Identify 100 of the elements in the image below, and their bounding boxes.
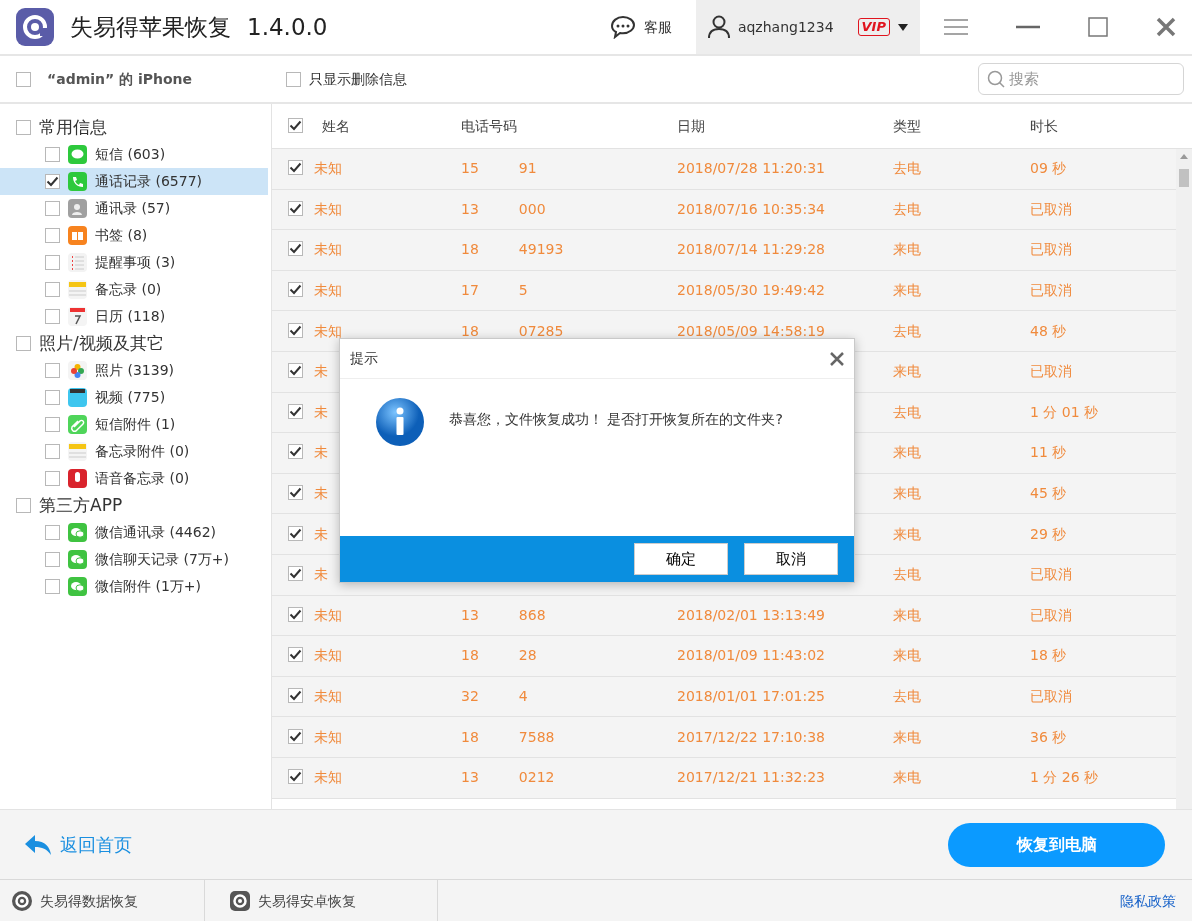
support-link[interactable]: 客服 <box>643 16 672 38</box>
chat-icon[interactable] <box>609 15 636 39</box>
checkbox[interactable] <box>288 606 303 622</box>
search-field[interactable]: 搜索 <box>978 63 1184 95</box>
table-cell: 已取消 <box>1030 688 1072 704</box>
checkbox[interactable] <box>45 282 60 297</box>
column-header[interactable]: 姓名 <box>322 117 350 134</box>
sidebar-item[interactable]: 照片 (3139) <box>0 357 268 384</box>
category-label[interactable]: 第三方APP <box>39 492 123 519</box>
checkbox[interactable] <box>288 200 303 216</box>
checkbox[interactable] <box>45 579 60 594</box>
sidebar-item[interactable]: 微信通讯录 (4462) <box>0 519 268 546</box>
scroll-up-icon[interactable] <box>1180 154 1188 159</box>
checkbox[interactable] <box>45 363 60 378</box>
dialog-button[interactable]: 取消 <box>744 543 838 575</box>
account-menu[interactable]: aqzhang1234 VIP <box>695 0 920 54</box>
checkbox[interactable] <box>45 174 60 189</box>
maximize-icon[interactable] <box>1088 17 1108 37</box>
checkbox[interactable] <box>45 201 60 216</box>
item-label: 提醒事项 (3) <box>95 253 176 272</box>
checkbox[interactable] <box>288 525 303 541</box>
checkbox[interactable] <box>45 255 60 270</box>
scrollbar-thumb[interactable] <box>1179 169 1189 187</box>
item-label: 通话记录 (6577) <box>95 172 202 191</box>
menu-icon[interactable] <box>944 18 968 36</box>
checkbox[interactable] <box>45 417 60 432</box>
table-cell: 未 <box>314 485 328 502</box>
sidebar-item[interactable]: 提醒事项 (3) <box>0 249 268 276</box>
checkbox[interactable] <box>45 444 60 459</box>
item-label: 书签 (8) <box>95 226 148 245</box>
sidebar-item[interactable]: 日历 (118) <box>0 303 268 330</box>
checkbox[interactable] <box>45 390 60 405</box>
sidebar-item[interactable]: 通话记录 (6577) <box>0 168 268 195</box>
sidebar-item[interactable]: 备忘录附件 (0) <box>0 438 268 465</box>
table-cell: 来电 <box>893 485 921 502</box>
checkbox[interactable] <box>288 117 303 133</box>
table-cell: 已取消 <box>1030 282 1072 299</box>
sidebar-item[interactable]: 备忘录 (0) <box>0 276 268 303</box>
table-cell: 18 <box>461 322 479 339</box>
checkbox[interactable] <box>288 485 303 501</box>
checkbox[interactable] <box>45 525 60 540</box>
checkbox[interactable] <box>288 647 303 663</box>
sidebar-item[interactable]: 语音备忘录 (0) <box>0 465 268 492</box>
sidebar-item[interactable]: 短信附件 (1) <box>0 411 268 438</box>
dialog-button[interactable]: 确定 <box>634 543 728 575</box>
column-header[interactable]: 电话号码 <box>461 117 517 134</box>
sidebar-item[interactable]: 通讯录 (57) <box>0 195 268 222</box>
checkbox[interactable] <box>288 322 303 338</box>
column-header[interactable]: 时长 <box>1030 117 1058 134</box>
sidebar-item[interactable]: 微信附件 (1万+) <box>0 573 268 600</box>
checkbox[interactable] <box>16 336 31 351</box>
app-logo-icon <box>230 891 250 911</box>
table-cell: 18 <box>461 241 479 258</box>
sidebar-item[interactable]: 书签 (8) <box>0 222 268 249</box>
checkbox[interactable] <box>16 71 31 87</box>
checkbox[interactable] <box>288 728 303 744</box>
sidebar-item[interactable]: 短信 (603) <box>0 141 268 168</box>
product-link[interactable]: 失易得安卓恢复 <box>205 880 438 921</box>
close-icon[interactable] <box>830 351 844 366</box>
checkbox[interactable] <box>288 160 303 176</box>
checkbox[interactable] <box>45 471 60 486</box>
sidebar-item[interactable]: 微信聊天记录 (7万+) <box>0 546 268 573</box>
user-icon <box>707 15 730 39</box>
checkbox[interactable] <box>288 282 303 298</box>
table-cell: 09 秒 <box>1030 160 1067 177</box>
item-label: 备忘录附件 (0) <box>95 442 190 461</box>
checkbox[interactable] <box>288 688 303 703</box>
checkbox[interactable] <box>45 552 60 567</box>
table-cell: 来电 <box>893 606 921 623</box>
product-link[interactable]: 失易得数据恢复 <box>0 880 205 921</box>
checkbox[interactable] <box>45 147 60 162</box>
table-cell: 15 <box>461 160 479 177</box>
checkbox[interactable] <box>288 363 303 379</box>
column-header[interactable]: 日期 <box>677 117 705 134</box>
category-label[interactable]: 常用信息 <box>39 114 107 141</box>
category-label[interactable]: 照片/视频及其它 <box>39 330 164 357</box>
close-icon[interactable] <box>1156 17 1176 37</box>
checkbox[interactable] <box>288 769 303 785</box>
table-cell: 32 <box>461 688 479 704</box>
minimize-icon[interactable] <box>1016 25 1040 29</box>
checkbox[interactable] <box>286 71 301 87</box>
checkbox[interactable] <box>288 241 303 257</box>
table-cell: 868 <box>518 606 546 623</box>
item-label: 通讯录 (57) <box>95 199 171 218</box>
checkbox[interactable] <box>16 498 31 513</box>
wechat-app-icon <box>68 523 87 542</box>
checkbox[interactable] <box>288 444 303 460</box>
checkbox[interactable] <box>45 228 60 243</box>
privacy-link[interactable]: 隐私政策 <box>1120 890 1176 912</box>
column-header[interactable]: 类型 <box>893 117 921 134</box>
checkbox[interactable] <box>16 120 31 135</box>
checkbox[interactable] <box>288 403 303 419</box>
item-label: 短信附件 (1) <box>95 415 176 434</box>
sidebar-item[interactable]: 视频 (775) <box>0 384 268 411</box>
table-cell: 7588 <box>518 728 555 745</box>
item-label: 日历 (118) <box>95 307 166 326</box>
checkbox[interactable] <box>288 566 303 582</box>
table-cell: 去电 <box>893 200 921 217</box>
checkbox[interactable] <box>45 309 60 324</box>
scrollbar[interactable] <box>1176 149 1192 809</box>
